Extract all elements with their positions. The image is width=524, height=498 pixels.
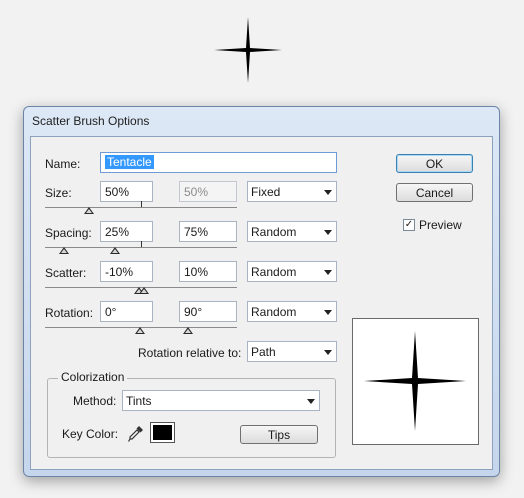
scatter-slider-thumb-max[interactable]: [139, 287, 149, 294]
rotation-mode-value: Random: [251, 305, 297, 319]
brush-preview-box: [352, 318, 479, 445]
scatter-mode-value: Random: [251, 265, 297, 279]
scatter-max-field[interactable]: 10%: [179, 261, 237, 282]
rotation-slider-thumb-max[interactable]: [183, 327, 193, 334]
method-dropdown[interactable]: Tints: [122, 390, 320, 411]
chevron-down-icon: [324, 270, 332, 275]
tips-button[interactable]: Tips: [240, 425, 318, 444]
scatter-brush-options-dialog: Scatter Brush Options Name: Tentacle Siz…: [23, 106, 500, 477]
ok-button[interactable]: OK: [396, 154, 473, 173]
name-value: Tentacle: [105, 155, 154, 169]
name-label: Name:: [45, 157, 81, 171]
size-max-field[interactable]: 50%: [179, 181, 237, 202]
rotation-slider-thumb-min[interactable]: [135, 327, 145, 334]
rotation-relative-value: Path: [251, 345, 276, 359]
rotation-label: Rotation:: [45, 306, 94, 320]
size-mode-dropdown[interactable]: Fixed: [247, 181, 337, 202]
scatter-min-field[interactable]: -10%: [100, 261, 153, 282]
rotation-max-field[interactable]: 90°: [179, 301, 237, 322]
chevron-down-icon: [324, 230, 332, 235]
spacing-slider-tick: [141, 241, 142, 247]
spacing-max-field[interactable]: 75%: [179, 221, 237, 242]
spacing-slider-track: [45, 247, 237, 248]
key-color-label: Key Color:: [62, 427, 119, 441]
spacing-mode-value: Random: [251, 225, 297, 239]
rotation-min-field[interactable]: 0°: [100, 301, 153, 322]
rotation-relative-dropdown[interactable]: Path: [247, 341, 337, 362]
rotation-mode-dropdown[interactable]: Random: [247, 301, 337, 322]
name-field[interactable]: Tentacle: [100, 152, 337, 173]
scatter-label: Scatter:: [45, 266, 87, 280]
key-color-fill: [153, 425, 172, 440]
chevron-down-icon: [324, 310, 332, 315]
size-min-field[interactable]: 50%: [100, 181, 153, 202]
chevron-down-icon: [324, 350, 332, 355]
dialog-client-area: Name: Tentacle Size: 50% 50% Fixed Spaci…: [30, 136, 493, 470]
chevron-down-icon: [324, 190, 332, 195]
key-color-swatch[interactable]: [150, 422, 175, 443]
brush-preview-star: [364, 331, 466, 431]
preview-label: Preview: [419, 218, 462, 232]
size-slider-tick: [141, 201, 142, 207]
brush-stroke-preview-canvas: [214, 17, 282, 83]
colorization-group-label: Colorization: [58, 370, 128, 384]
spacing-slider-thumb-min[interactable]: [59, 247, 69, 254]
preview-checkbox[interactable]: ✓: [403, 219, 415, 231]
spacing-min-field[interactable]: 25%: [100, 221, 153, 242]
dialog-title[interactable]: Scatter Brush Options: [24, 107, 499, 136]
chevron-down-icon: [307, 399, 315, 404]
cancel-button[interactable]: Cancel: [396, 183, 473, 202]
checkmark-icon: ✓: [404, 219, 414, 230]
spacing-slider-thumb-max[interactable]: [110, 247, 120, 254]
eyedropper-icon[interactable]: [128, 425, 144, 443]
scatter-mode-dropdown[interactable]: Random: [247, 261, 337, 282]
rotation-relative-label: Rotation relative to:: [138, 346, 242, 360]
colorization-group: Colorization Method: Tints Key Color: Ti…: [47, 370, 336, 458]
method-label: Method:: [73, 394, 117, 408]
spacing-label: Spacing:: [45, 226, 92, 240]
spacing-mode-dropdown[interactable]: Random: [247, 221, 337, 242]
size-label: Size:: [45, 186, 72, 200]
method-value: Tints: [126, 394, 152, 408]
size-mode-value: Fixed: [251, 185, 281, 199]
size-slider-track: [45, 207, 237, 208]
size-slider-thumb[interactable]: [84, 207, 94, 214]
